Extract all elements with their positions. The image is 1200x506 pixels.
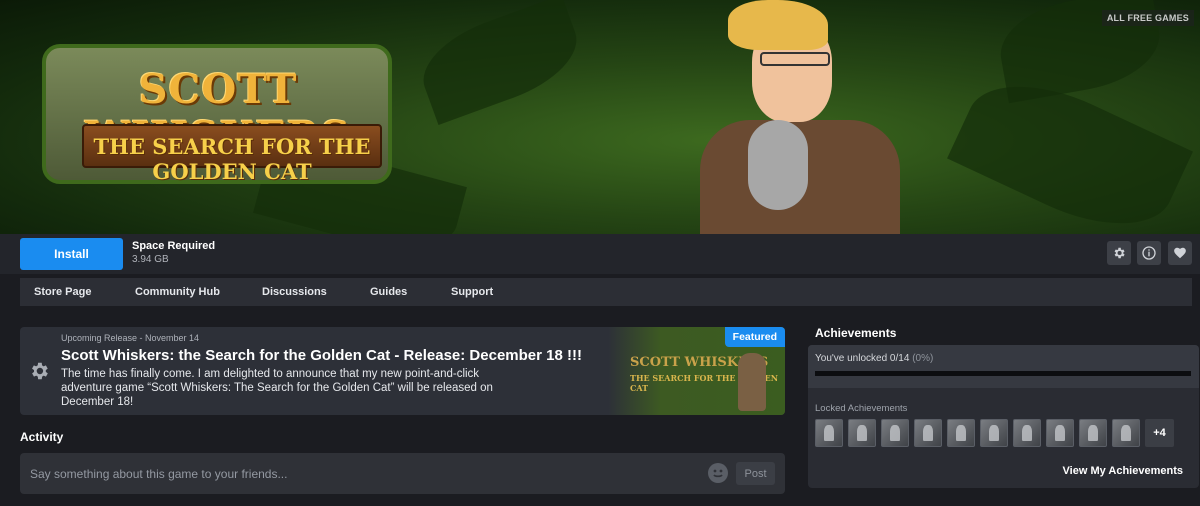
featured-badge: Featured bbox=[724, 327, 785, 347]
action-bar: Install Space Required 3.94 GB bbox=[0, 234, 1200, 274]
locked-achievement-icon[interactable] bbox=[848, 419, 876, 447]
locked-achievement-icon[interactable] bbox=[1013, 419, 1041, 447]
locked-achievement-icon[interactable] bbox=[914, 419, 942, 447]
achievements-panel: You've unlocked 0/14 (0%) Locked Achieve… bbox=[808, 345, 1199, 488]
locked-achievement-icon[interactable] bbox=[1079, 419, 1107, 447]
corner-label: ALL FREE GAMES bbox=[1101, 10, 1194, 26]
logo-subtitle: THE SEARCH FOR THE GOLDEN CAT bbox=[93, 134, 371, 184]
locked-achievement-icon[interactable] bbox=[980, 419, 1008, 447]
achievements-progress-box: You've unlocked 0/14 (0%) bbox=[808, 345, 1199, 388]
space-required: Space Required 3.94 GB bbox=[132, 240, 215, 265]
space-required-value: 3.94 GB bbox=[132, 254, 169, 265]
character-glasses bbox=[760, 52, 830, 66]
locked-achievement-icon[interactable] bbox=[1112, 419, 1140, 447]
lemur-art bbox=[748, 120, 808, 210]
nav-store-page[interactable]: Store Page bbox=[34, 286, 91, 298]
hero-banner: SCOTT WHISKERS THE SEARCH FOR THE GOLDEN… bbox=[0, 0, 1200, 234]
decorative-leaf bbox=[411, 0, 589, 125]
nav-support[interactable]: Support bbox=[451, 286, 493, 298]
nav-discussions[interactable]: Discussions bbox=[262, 286, 327, 298]
heart-icon[interactable] bbox=[1168, 241, 1192, 265]
locked-achievement-icon[interactable] bbox=[1046, 419, 1074, 447]
unlocked-summary: You've unlocked 0/14 (0%) bbox=[815, 353, 933, 364]
space-required-label: Space Required bbox=[132, 240, 216, 252]
post-button[interactable]: Post bbox=[736, 462, 775, 485]
view-achievements-link[interactable]: View My Achievements bbox=[1063, 465, 1183, 477]
activity-composer: Post bbox=[20, 453, 785, 494]
character-hair bbox=[728, 0, 828, 50]
activity-input[interactable] bbox=[20, 453, 700, 494]
game-nav: Store Page Community Hub Discussions Gui… bbox=[20, 278, 1192, 306]
emoji-icon[interactable] bbox=[708, 463, 728, 483]
thumbnail-character bbox=[738, 353, 766, 411]
game-logo: SCOTT WHISKERS THE SEARCH FOR THE GOLDEN… bbox=[28, 36, 400, 186]
locked-achievement-icon[interactable] bbox=[881, 419, 909, 447]
locked-achievements-label: Locked Achievements bbox=[815, 403, 908, 414]
more-achievements-badge[interactable]: +4 bbox=[1145, 419, 1174, 447]
gear-icon[interactable] bbox=[1107, 241, 1131, 265]
locked-achievement-icon[interactable] bbox=[947, 419, 975, 447]
hero-character-art bbox=[700, 0, 900, 234]
install-button[interactable]: Install bbox=[20, 238, 123, 270]
news-title: Scott Whiskers: the Search for the Golde… bbox=[61, 347, 582, 364]
info-icon[interactable] bbox=[1137, 241, 1161, 265]
locked-achievement-icons: +4 bbox=[815, 419, 1174, 447]
unlocked-count: You've unlocked 0/14 bbox=[815, 353, 910, 364]
featured-news-card[interactable]: Upcoming Release - November 14 Scott Whi… bbox=[20, 327, 785, 415]
locked-achievement-icon[interactable] bbox=[815, 419, 843, 447]
activity-heading: Activity bbox=[20, 430, 64, 444]
nav-community-hub[interactable]: Community Hub bbox=[135, 286, 220, 298]
gear-icon bbox=[32, 362, 48, 380]
news-date: Upcoming Release - November 14 bbox=[61, 333, 200, 343]
nav-guides[interactable]: Guides bbox=[370, 286, 407, 298]
news-body: The time has finally come. I am delighte… bbox=[61, 368, 493, 408]
unlocked-percent: (0%) bbox=[912, 353, 934, 364]
achievements-heading: Achievements bbox=[815, 326, 897, 340]
achievement-progress-bar bbox=[815, 371, 1191, 376]
